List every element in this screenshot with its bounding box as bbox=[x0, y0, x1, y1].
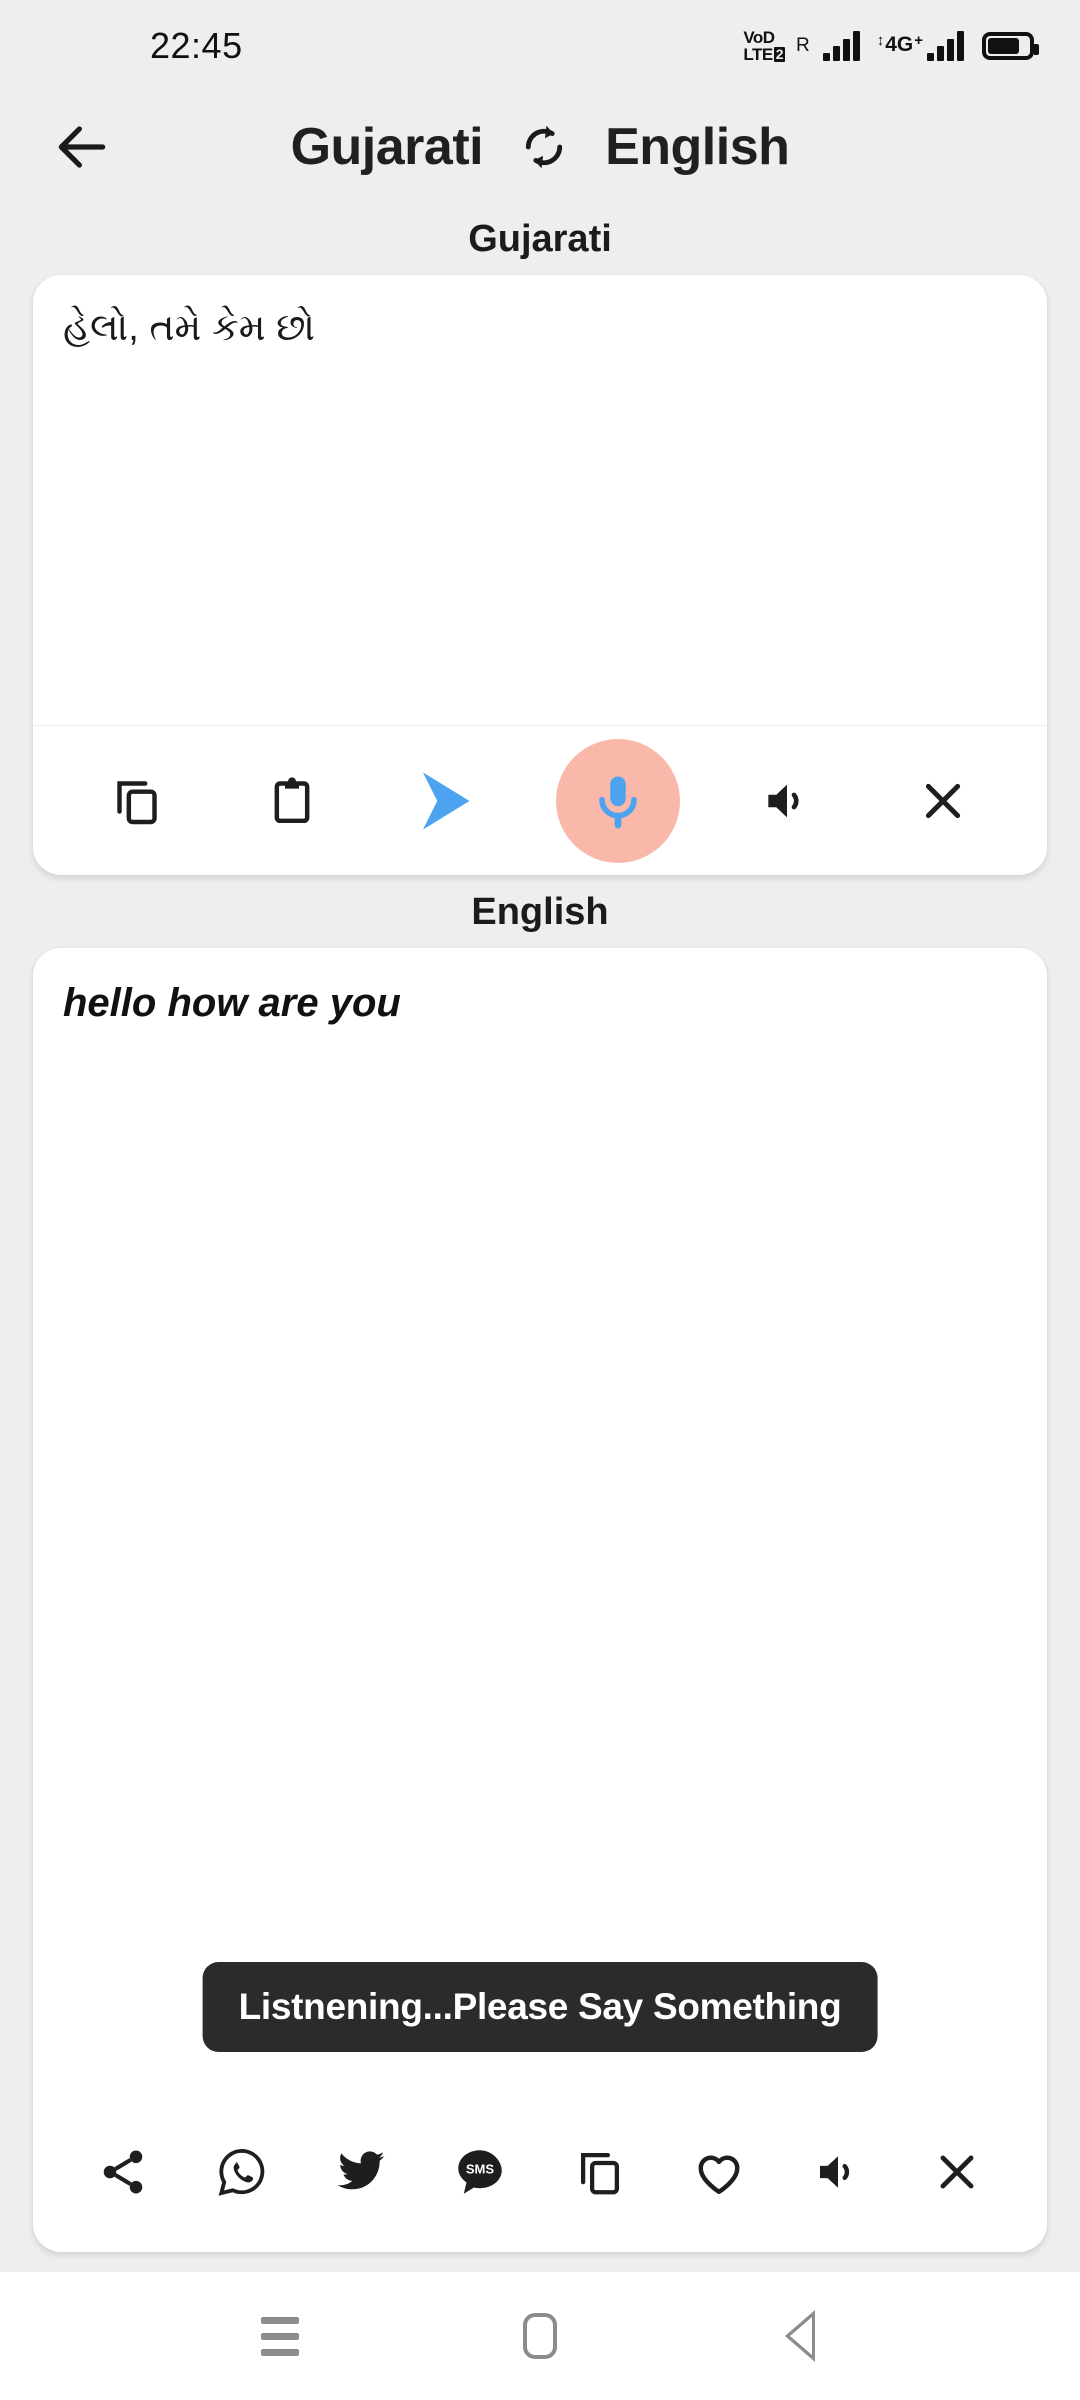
source-text[interactable]: હેલો, તમે કેમ છો bbox=[63, 303, 1017, 354]
back-triangle-icon bbox=[785, 2310, 815, 2362]
target-toolbar: SMS bbox=[33, 2092, 1047, 2252]
heart-icon[interactable] bbox=[676, 2129, 762, 2215]
swap-languages-icon[interactable] bbox=[513, 116, 575, 178]
back-button-nav[interactable] bbox=[755, 2291, 845, 2381]
source-input-area[interactable]: હેલો, તમે કેમ છો bbox=[33, 275, 1047, 725]
send-icon[interactable] bbox=[400, 753, 496, 849]
listening-toast: Listnening...Please Say Something bbox=[202, 1962, 878, 2052]
back-button[interactable] bbox=[40, 105, 124, 189]
share-icon[interactable] bbox=[80, 2129, 166, 2215]
speaker-icon[interactable] bbox=[795, 2129, 881, 2215]
close-icon[interactable] bbox=[895, 753, 991, 849]
app-header: Gujarati English bbox=[0, 92, 1080, 202]
speaker-icon[interactable] bbox=[739, 753, 835, 849]
status-time: 22:45 bbox=[150, 25, 243, 66]
target-panel-label: English bbox=[0, 875, 1080, 948]
data-arrows-icon: ↕ bbox=[876, 32, 885, 49]
paste-icon[interactable] bbox=[244, 753, 340, 849]
sim-badge: 2 bbox=[773, 46, 785, 62]
header-spacer bbox=[956, 105, 1040, 189]
copy-icon[interactable] bbox=[89, 753, 185, 849]
home-button[interactable] bbox=[495, 2291, 585, 2381]
roaming-indicator: R bbox=[795, 35, 810, 56]
app-screen: 22:45 VoD LTE 2 R ↕ 4G + Gujarati Englis… bbox=[0, 0, 1080, 2400]
recents-button[interactable] bbox=[235, 2291, 325, 2381]
copy-icon[interactable] bbox=[557, 2129, 643, 2215]
status-icons: VoD LTE 2 R ↕ 4G + bbox=[743, 29, 1039, 63]
language-selector: Gujarati English bbox=[124, 116, 956, 178]
svg-text:SMS: SMS bbox=[466, 2161, 495, 2176]
close-icon[interactable] bbox=[914, 2129, 1000, 2215]
volte-line2: LTE bbox=[743, 45, 773, 64]
battery-icon bbox=[982, 32, 1039, 60]
target-text: hello how are you bbox=[63, 981, 401, 1025]
whatsapp-icon[interactable] bbox=[199, 2129, 285, 2215]
target-output-area[interactable]: hello how are you bbox=[33, 948, 1047, 2092]
system-navigation-bar bbox=[0, 2272, 1080, 2400]
target-language-title[interactable]: English bbox=[605, 117, 790, 177]
signal-bars-icon bbox=[822, 31, 860, 61]
sms-icon[interactable]: SMS bbox=[437, 2129, 523, 2215]
source-text-card: હેલો, તમે કેમ છો bbox=[33, 275, 1047, 875]
home-icon bbox=[523, 2313, 557, 2359]
signal-bars-icon-2 bbox=[927, 31, 964, 61]
source-panel-label: Gujarati bbox=[0, 202, 1080, 275]
network-indicator: ↕ 4G + bbox=[877, 31, 964, 61]
twitter-icon[interactable] bbox=[318, 2129, 404, 2215]
source-language-title[interactable]: Gujarati bbox=[291, 117, 484, 177]
recents-icon bbox=[261, 2316, 299, 2356]
volte-icon: VoD LTE 2 bbox=[743, 29, 785, 63]
mic-icon[interactable] bbox=[555, 738, 680, 863]
source-toolbar bbox=[33, 725, 1047, 875]
bottom-spacer bbox=[0, 2252, 1080, 2272]
target-text-card: hello how are you Listnening...Please Sa… bbox=[33, 948, 1047, 2252]
volte-line1: VoD bbox=[743, 28, 775, 47]
network-type: 4G bbox=[885, 33, 914, 56]
network-plus: + bbox=[914, 32, 923, 49]
status-bar: 22:45 VoD LTE 2 R ↕ 4G + bbox=[0, 0, 1080, 92]
